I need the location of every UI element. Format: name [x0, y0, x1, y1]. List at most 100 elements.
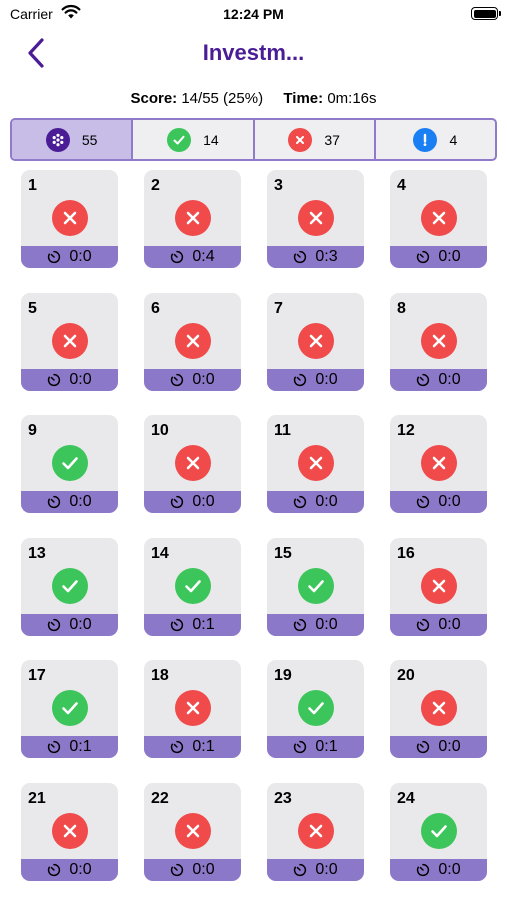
question-cell[interactable]: 14 0:1	[144, 537, 241, 636]
x-icon	[298, 200, 334, 236]
question-number: 16	[397, 544, 415, 562]
page-title: Investm...	[202, 40, 305, 65]
filter-wrong[interactable]: 37	[255, 120, 376, 159]
timer-bar: 0:0	[390, 246, 487, 268]
timer-icon	[171, 250, 184, 264]
filter-all[interactable]: 55	[12, 120, 134, 159]
timer-icon	[48, 863, 61, 876]
question-cell[interactable]: 19 0:1	[267, 660, 364, 758]
timer-bar: 0:1	[267, 736, 364, 758]
question-cell[interactable]: 20 0:0	[390, 660, 487, 758]
timer-icon	[171, 618, 184, 631]
status-time: 12:24 PM	[223, 6, 284, 22]
filter-correct[interactable]: 14	[133, 120, 255, 159]
filter-skipped[interactable]: 4	[376, 120, 495, 159]
question-cell[interactable]: 15 0:0	[267, 537, 364, 636]
question-cell[interactable]: 8 0:0	[390, 292, 487, 391]
question-number: 5	[28, 299, 37, 317]
question-cell[interactable]: 23 0:0	[267, 782, 364, 881]
question-time: 0:1	[192, 738, 215, 755]
timer-icon	[48, 495, 61, 509]
question-number: 9	[28, 422, 37, 439]
question-cell[interactable]: 11 0:0	[267, 415, 364, 513]
question-cell[interactable]: 1 0:0	[21, 170, 118, 268]
check-icon	[52, 690, 88, 726]
filter-all-count: 55	[81, 131, 98, 148]
timer-icon	[417, 495, 430, 509]
x-icon	[288, 127, 313, 152]
timer-bar: 0:0	[267, 858, 364, 881]
check-icon	[298, 690, 334, 726]
question-number: 24	[397, 789, 415, 807]
question-time: 0:0	[438, 615, 461, 633]
question-time: 0:0	[438, 248, 461, 265]
timer-icon	[171, 373, 184, 386]
timer-bar: 0:0	[267, 368, 364, 391]
question-time: 0:0	[192, 860, 215, 878]
x-icon	[298, 322, 334, 359]
timer-icon	[417, 250, 430, 264]
timer-icon	[294, 250, 307, 264]
timer-bar: 0:1	[144, 736, 241, 758]
filter-segmented-control: 55 14 37 4	[10, 118, 497, 161]
question-time: 0:0	[69, 615, 92, 633]
question-time: 0:0	[315, 860, 338, 878]
question-time: 0:0	[438, 370, 461, 388]
x-icon	[175, 445, 211, 481]
timer-bar: 0:0	[390, 613, 487, 636]
timer-bar: 0:0	[21, 491, 118, 513]
question-cell[interactable]: 2 0:4	[144, 170, 241, 268]
navigation-bar: Investm...	[0, 30, 507, 76]
question-time: 0:0	[192, 370, 215, 388]
question-number: 20	[397, 667, 415, 684]
timer-icon	[48, 250, 61, 264]
filter-skipped-count: 4	[449, 131, 458, 148]
question-cell[interactable]: 13 0:0	[21, 537, 118, 636]
timer-bar: 0:0	[144, 368, 241, 391]
x-icon	[421, 567, 457, 604]
time-label: Time:	[283, 90, 324, 107]
x-icon	[175, 690, 211, 726]
question-time: 0:1	[69, 738, 92, 755]
question-cell[interactable]: 12 0:0	[390, 415, 487, 513]
question-time: 0:0	[438, 738, 461, 755]
question-number: 10	[151, 422, 169, 439]
question-cell[interactable]: 10 0:0	[144, 415, 241, 513]
question-cell[interactable]: 9 0:0	[21, 415, 118, 513]
timer-icon	[294, 863, 307, 876]
x-icon	[52, 812, 88, 849]
question-cell[interactable]: 22 0:0	[144, 782, 241, 881]
question-number: 11	[274, 422, 291, 439]
x-icon	[421, 690, 457, 726]
question-number: 19	[274, 667, 292, 684]
timer-bar: 0:0	[267, 613, 364, 636]
timer-icon	[171, 863, 184, 876]
question-cell[interactable]: 5 0:0	[21, 292, 118, 391]
question-cell[interactable]: 4 0:0	[390, 170, 487, 268]
check-icon	[298, 567, 334, 604]
x-icon	[298, 445, 334, 481]
question-cell[interactable]: 17 0:1	[21, 660, 118, 758]
question-cell[interactable]: 7 0:0	[267, 292, 364, 391]
question-number: 4	[397, 177, 406, 194]
question-time: 0:1	[315, 738, 338, 755]
x-icon	[175, 322, 211, 359]
timer-icon	[294, 618, 307, 631]
x-icon	[421, 200, 457, 236]
question-cell[interactable]: 3 0:3	[267, 170, 364, 268]
exclamation-icon	[413, 127, 438, 152]
question-cell[interactable]: 18 0:1	[144, 660, 241, 758]
question-cell[interactable]: 21 0:0	[21, 782, 118, 881]
timer-icon	[294, 495, 307, 509]
check-icon	[175, 567, 211, 604]
question-time: 0:0	[315, 493, 338, 510]
question-number: 13	[28, 544, 46, 562]
question-cell[interactable]: 24 0:0	[390, 782, 487, 881]
question-number: 23	[274, 789, 292, 807]
question-cell[interactable]: 16 0:0	[390, 537, 487, 636]
timer-bar: 0:1	[144, 613, 241, 636]
question-cell[interactable]: 6 0:0	[144, 292, 241, 391]
x-icon	[298, 812, 334, 849]
score-value: 14/55 (25%)	[181, 90, 264, 107]
x-icon	[421, 322, 457, 359]
